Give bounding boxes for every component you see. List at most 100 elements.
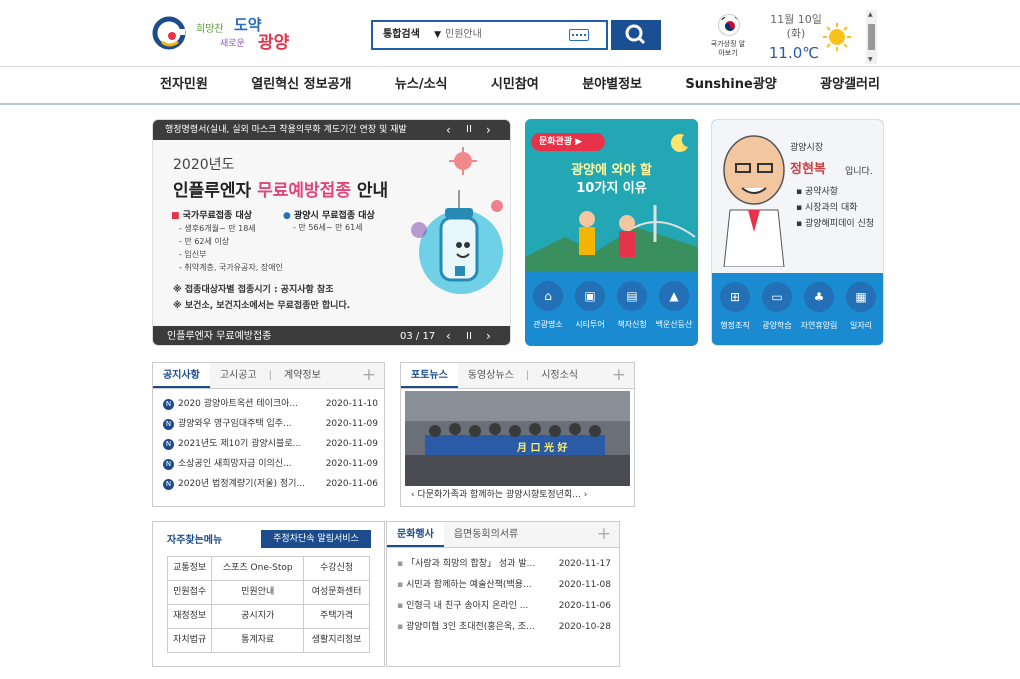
menu-link-geo-info[interactable]: 생활지리정보 (303, 628, 370, 653)
tour-banner[interactable]: 문화관광 ▶ 광양에 와야 할 10가지 이유 (525, 119, 698, 272)
tab-video-news[interactable]: 동영상뉴스 (458, 363, 524, 388)
tab-photo-news[interactable]: 포토뉴스 (401, 363, 458, 388)
list-item[interactable]: ▪ 인형극 내 친구 송아지 온라인 ... 2020-11-06 (397, 596, 611, 617)
list-item[interactable]: N 소상공인 새희망자금 이의신... 2020-11-09 (163, 455, 378, 474)
menu-link-traffic[interactable]: 교통정보 (166, 556, 213, 581)
banner-title-2: 무료예방접종 (257, 181, 351, 201)
photo-news-image[interactable]: 月 口 光 好 (405, 391, 630, 486)
national-symbol-link[interactable]: 국가상징 알아보기 (708, 14, 748, 58)
new-badge-icon: N (163, 479, 174, 490)
mountain-icon: ▲ (659, 281, 689, 311)
banner-ticker-text[interactable]: 행정명령서(실내, 실외 마스크 착용의무화 계도기간 연장 및 재발 (165, 120, 437, 140)
nav-item-news[interactable]: 뉴스/소식 (385, 67, 458, 103)
tour-link-label: 백운산등산 (655, 320, 693, 329)
banner-next-icon[interactable]: › (486, 326, 491, 345)
mayor-link-pledges[interactable]: ▪ 공약사항 (796, 184, 838, 197)
nav-item-field-info[interactable]: 분야별정보 (572, 67, 652, 103)
mayor-banner[interactable]: 광양시장 정현복 입니다. ▪ 공약사항 ▪ 시장과의 대화 ▪ 광양해피데이 … (712, 120, 883, 273)
more-plus-icon[interactable]: + (362, 367, 376, 384)
tab-notice[interactable]: 공지사항 (153, 363, 210, 388)
chevron-down-icon: ▼ (434, 30, 441, 40)
list-item[interactable]: ▪ 시민과 함께하는 예술산책(백용... 2020-11-08 (397, 575, 611, 596)
caption-next-icon[interactable]: › (581, 490, 588, 500)
banner-slide[interactable]: 2020년도 인플루엔자 무료예방접종 안내 ■ 국가무료접종 대상 - 생후6… (153, 140, 510, 326)
menu-link-finance[interactable]: 재정정보 (166, 604, 213, 629)
mayor-panel: 광양시장 정현복 입니다. ▪ 공약사항 ▪ 시장과의 대화 ▪ 광양해피데이 … (711, 119, 884, 346)
menu-link-statistics[interactable]: 통계자료 (211, 628, 305, 653)
mayor-link-dialogue[interactable]: ▪ 시장과의 대화 (796, 200, 858, 213)
list-item[interactable]: N 2020년 법정계량기(저울) 정기... 2020-11-06 (163, 475, 378, 494)
mayor-link-learning[interactable]: ▭ 광양학습 (758, 282, 796, 331)
nav-item-participation[interactable]: 시민참여 (481, 67, 549, 103)
virus-icon (449, 147, 477, 175)
briefcase-icon: ▦ (846, 282, 876, 312)
flag-label: 국가상징 알아보기 (710, 40, 746, 57)
banner-prev-icon[interactable]: ‹ (446, 326, 451, 345)
book-icon: ▤ (617, 281, 647, 311)
list-item[interactable]: N 2021년도 제10기 광양시블로... 2020-11-09 (163, 435, 378, 454)
more-plus-icon[interactable]: + (612, 367, 626, 384)
mayor-link-happyday[interactable]: ▪ 광양해피데이 신청 (796, 216, 874, 229)
search-input[interactable]: 민원안내 (445, 22, 565, 48)
tour-link-label: 시티투어 (575, 320, 605, 329)
menu-link-ordinance[interactable]: 자치법규 (166, 628, 213, 653)
tour-title-1: 광양에 와야 할 (571, 163, 652, 178)
menu-link-women-center[interactable]: 여성문화센터 (303, 580, 370, 605)
banner-col1-list: - 생후6개월~ 만 18세 - 만 62세 이상 - 임신부 - 취약계층, … (179, 224, 283, 272)
search-scope-label: 통합검색 (383, 29, 420, 40)
tour-link-landmark[interactable]: ⌂ 관광명소 (529, 281, 567, 330)
banner-caption[interactable]: 인플루엔자 무료예방접종 (167, 326, 271, 345)
keyboard-icon[interactable] (569, 29, 589, 41)
banner-col2-head: ● 광양시 무료접종 대상 (283, 211, 375, 221)
tour-link-citytour[interactable]: ▣ 시티투어 (571, 281, 609, 330)
parking-alert-service-button[interactable]: 주정차단속 알림서비스 (261, 530, 371, 548)
menu-link-house-price[interactable]: 주택가격 (303, 604, 370, 629)
banner-pause-icon[interactable]: II (466, 326, 472, 345)
tour-link-mountain[interactable]: ▲ 백운산등산 (655, 281, 693, 330)
menu-link-civil-guide[interactable]: 민원안내 (211, 580, 305, 605)
nav-item-gallery[interactable]: 광양갤러리 (810, 67, 890, 103)
list-item[interactable]: ▪ 광양미협 3인 초대전(홍은옥, 조... 2020-10-28 (397, 617, 611, 638)
list-item[interactable]: N 광양와우 영구임대주택 입주... 2020-11-09 (163, 415, 378, 434)
tab-announcement[interactable]: 고시공고 (210, 363, 267, 388)
scroll-up-icon[interactable]: ▲ (868, 11, 873, 18)
weather-scrollbar[interactable]: ▲ ▼ (866, 10, 877, 64)
frequent-menu-grid: 교통정보 스포츠 One-Stop 수강신청 민원접수 민원안내 여성문화센터 … (166, 556, 370, 653)
logo-city: 광양 (258, 33, 290, 53)
ticker-pause-icon[interactable]: II (466, 120, 472, 140)
mayor-link-org[interactable]: ⊞ 행정조직 (716, 282, 754, 331)
tab-city-news[interactable]: 시정소식 (531, 363, 588, 388)
tab-divider: | (268, 370, 272, 381)
menu-link-course[interactable]: 수강신청 (303, 556, 370, 581)
menu-link-land-price[interactable]: 공시지가 (211, 604, 305, 629)
list-item[interactable]: N 2020 광양아트옥션 테이크아... 2020-11-10 (163, 395, 378, 414)
logo-slogan-3: 새로운 (220, 39, 245, 49)
photo-caption[interactable]: ‹ 다문화가족과 함께하는 광양시향토정년회... › (411, 488, 626, 502)
nav-item-sunshine[interactable]: Sunshine광양 (675, 67, 786, 103)
mayor-link-forest[interactable]: ♣ 자연휴양림 (800, 282, 838, 331)
scroll-down-icon[interactable]: ▼ (868, 56, 873, 63)
search-button[interactable] (611, 20, 661, 50)
mayor-link-jobs[interactable]: ▦ 일자리 (842, 282, 880, 331)
site-logo[interactable]: 희망찬 도약 새로운 광양 (152, 14, 312, 54)
culture-events-box: 문화행사 읍면동회의서류 + ▪ 「사랑과 희망의 합창」 성과 발... 2020… (386, 521, 620, 667)
banner-title: 인플루엔자 무료예방접종 안내 (173, 176, 388, 201)
nav-item-open-info[interactable]: 열린혁신 정보공개 (241, 67, 361, 103)
culture-tour-panel: 문화관광 ▶ 광양에 와야 할 10가지 이유 ⌂ 관광명소 ▣ 시티투어 ▤ … (525, 119, 698, 346)
tour-link-booklet[interactable]: ▤ 책자신청 (613, 281, 651, 330)
ticker-next-icon[interactable]: › (486, 120, 491, 140)
tab-contract[interactable]: 계약정보 (274, 363, 331, 388)
ticker-prev-icon[interactable]: ‹ (446, 120, 451, 140)
mayor-label: 광양시장 (790, 143, 824, 153)
tab-culture-events[interactable]: 문화행사 (387, 522, 444, 547)
menu-link-civil-apply[interactable]: 민원접수 (166, 580, 213, 605)
scroll-thumb[interactable] (868, 24, 875, 50)
banner-year: 2020년도 (173, 157, 235, 173)
nav-item-e-civil[interactable]: 전자민원 (150, 67, 218, 103)
tab-meeting-docs[interactable]: 읍면동회의서류 (444, 522, 528, 547)
search-scope-select[interactable]: 통합검색 ▼ (373, 22, 445, 48)
more-plus-icon[interactable]: + (597, 526, 611, 543)
menu-link-sports[interactable]: 스포츠 One-Stop (211, 556, 305, 581)
culture-tabs: 문화행사 읍면동회의서류 (387, 522, 619, 548)
list-item[interactable]: ▪ 「사랑과 희망의 합창」 성과 발... 2020-11-17 (397, 554, 611, 575)
